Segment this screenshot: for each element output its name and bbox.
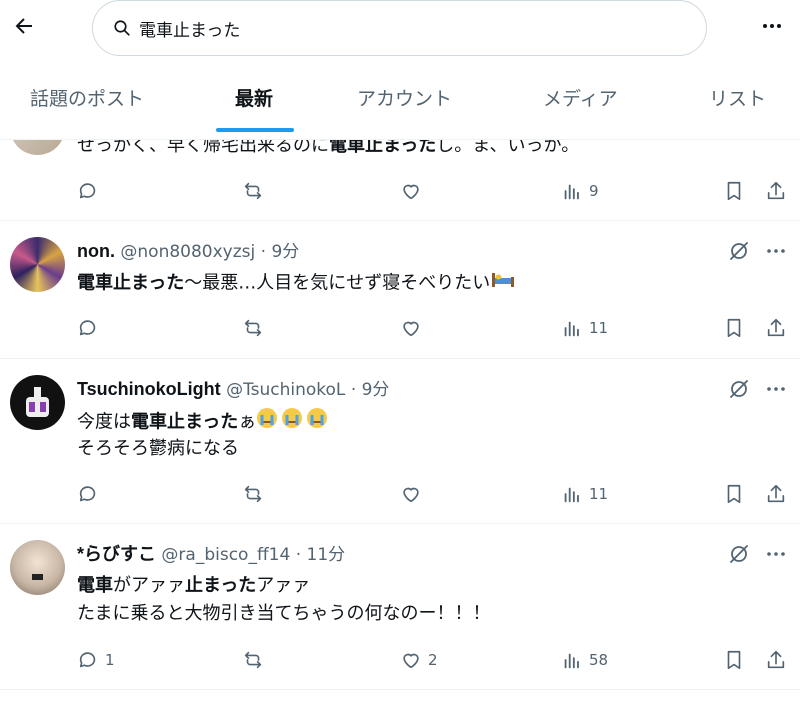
views-icon: [564, 487, 579, 503]
tab-people[interactable]: アカウント: [357, 84, 452, 111]
reply-button[interactable]: [77, 313, 105, 343]
avatar[interactable]: [10, 540, 65, 595]
bookmark-button[interactable]: [723, 313, 745, 343]
tweet[interactable]: TsuchinokoLight @TsuchinokoL · 9分 今度は電車止…: [0, 359, 800, 524]
repost-button[interactable]: [242, 645, 264, 675]
views-icon: [564, 321, 579, 337]
bookmark-button[interactable]: [723, 176, 745, 206]
like-button[interactable]: [400, 479, 428, 509]
bookmark-icon: [727, 484, 741, 504]
views-button[interactable]: 9: [561, 176, 599, 206]
tab-media[interactable]: メディア: [543, 84, 618, 111]
tweet-text: 今度は電車止まったぁ: [77, 407, 328, 438]
heart-icon: [403, 321, 419, 337]
timestamp[interactable]: · 11分: [296, 545, 345, 565]
tweet-text: 電車がアァァ止まったアァァ: [77, 575, 311, 596]
share-icon: [767, 484, 785, 503]
reply-button[interactable]: [77, 479, 105, 509]
repost-icon: [244, 319, 262, 337]
tweet[interactable]: *らびすこ @ra_bisco_ff14 · 11分 電車がアァァ止まったアァァ…: [0, 524, 800, 690]
repost-button[interactable]: [242, 313, 264, 343]
tab-lists[interactable]: リスト: [709, 84, 766, 111]
share-button[interactable]: [765, 313, 787, 343]
display-name[interactable]: non.: [77, 241, 115, 261]
search-input[interactable]: 電車止まった: [92, 0, 707, 56]
views-button[interactable]: 11: [561, 479, 608, 509]
grok-icon[interactable]: [727, 542, 751, 566]
views-button[interactable]: 11: [561, 313, 608, 343]
tweet-text: 電車止まった〜最悪…人目を気にせず寝そべりたい: [77, 269, 516, 298]
share-icon: [767, 181, 785, 200]
bookmark-icon: [727, 318, 741, 338]
tweet-header: TsuchinokoLight @TsuchinokoL · 9分: [77, 375, 389, 404]
tweet-text-line2: たまに乗ると大物引き当てちゃうの何なのー！！！: [77, 603, 491, 624]
views-button[interactable]: 58: [561, 645, 608, 675]
reply-button[interactable]: 1: [77, 645, 115, 675]
share-icon: [767, 318, 785, 337]
like-button[interactable]: [400, 176, 428, 206]
tweet-header: *らびすこ @ra_bisco_ff14 · 11分: [77, 540, 345, 569]
reply-icon: [79, 486, 96, 502]
tweet-actions: 11: [0, 479, 800, 509]
display-name[interactable]: *らびすこ: [77, 544, 156, 564]
bed-emoji-icon: [490, 269, 516, 298]
heart-icon: [403, 184, 419, 200]
share-icon: [767, 650, 785, 669]
reply-button[interactable]: [77, 176, 105, 206]
share-button[interactable]: [765, 645, 787, 675]
grok-icon[interactable]: [727, 239, 751, 263]
user-handle[interactable]: @ra_bisco_ff14: [161, 545, 290, 565]
tweet[interactable]: non. @non8080xyzsj · 9分 電車止まった〜最悪…人目を気にせ…: [0, 221, 800, 359]
grok-icon[interactable]: [727, 377, 751, 401]
share-button[interactable]: [765, 176, 787, 206]
bookmark-icon: [727, 650, 741, 670]
views-icon: [564, 184, 579, 200]
like-button[interactable]: 2: [400, 645, 438, 675]
back-arrow-icon[interactable]: [8, 10, 40, 42]
view-count: 58: [589, 651, 609, 669]
display-name[interactable]: TsuchinokoLight: [77, 379, 221, 399]
like-count: 2: [428, 651, 438, 669]
share-button[interactable]: [765, 479, 787, 509]
bookmark-button[interactable]: [723, 479, 745, 509]
tweet-actions: 9: [0, 176, 800, 206]
tab-top[interactable]: 話題のポスト: [30, 84, 144, 111]
more-options-icon[interactable]: [764, 377, 788, 401]
user-handle[interactable]: @TsuchinokoL: [226, 380, 345, 400]
tab-bar: 話題のポスト 最新 アカウント メディア リスト: [0, 70, 800, 136]
reply-icon: [79, 183, 96, 199]
header: 電車止まった 話題のポスト 最新 アカウント メディア リスト: [0, 0, 800, 140]
more-options-icon[interactable]: [756, 10, 788, 42]
tweet-actions: 11: [0, 313, 800, 343]
avatar[interactable]: [10, 237, 65, 292]
tweet-actions: 1 2 58: [0, 645, 800, 675]
tweet-header: non. @non8080xyzsj · 9分: [77, 237, 299, 266]
bookmark-icon: [727, 181, 741, 201]
timestamp[interactable]: · 9分: [351, 380, 390, 400]
like-button[interactable]: [400, 313, 428, 343]
crying-face-emoji-icon: [256, 407, 328, 438]
reply-icon: [79, 652, 96, 668]
repost-icon: [244, 182, 262, 200]
repost-icon: [244, 485, 262, 503]
heart-icon: [403, 487, 419, 503]
more-options-icon[interactable]: [764, 239, 788, 263]
repost-button[interactable]: [242, 479, 264, 509]
search-query: 電車止まった: [139, 20, 241, 41]
search-icon: [111, 17, 133, 39]
repost-icon: [244, 651, 262, 669]
views-icon: [564, 653, 579, 669]
more-options-icon[interactable]: [764, 542, 788, 566]
avatar[interactable]: [10, 375, 65, 430]
user-handle[interactable]: @non8080xyzsj: [120, 242, 255, 262]
repost-button[interactable]: [242, 176, 264, 206]
tab-latest[interactable]: 最新: [235, 84, 273, 111]
heart-icon: [403, 653, 419, 669]
timestamp[interactable]: · 9分: [261, 242, 300, 262]
active-tab-indicator: [216, 128, 294, 132]
reply-icon: [79, 320, 96, 336]
tweet-text-line2: そろそろ鬱病になる: [77, 438, 239, 459]
bookmark-button[interactable]: [723, 645, 745, 675]
reply-count: 1: [105, 651, 115, 669]
